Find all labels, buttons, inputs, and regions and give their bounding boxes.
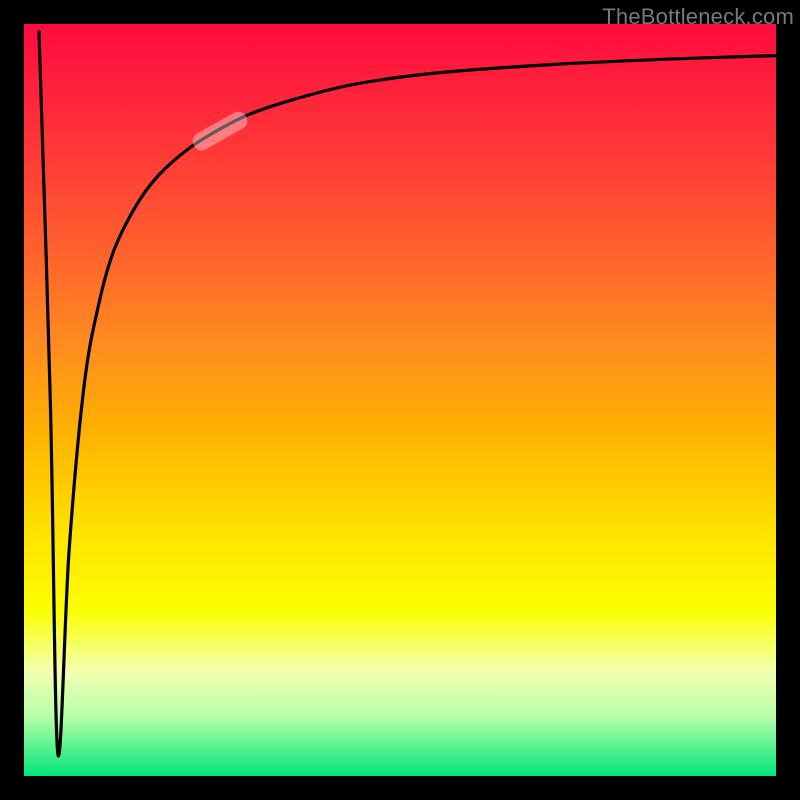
chart-curve [24,24,776,776]
chart-frame: TheBottleneck.com [0,0,800,800]
bottleneck-curve-path [39,32,776,756]
watermark-text: TheBottleneck.com [602,4,794,30]
